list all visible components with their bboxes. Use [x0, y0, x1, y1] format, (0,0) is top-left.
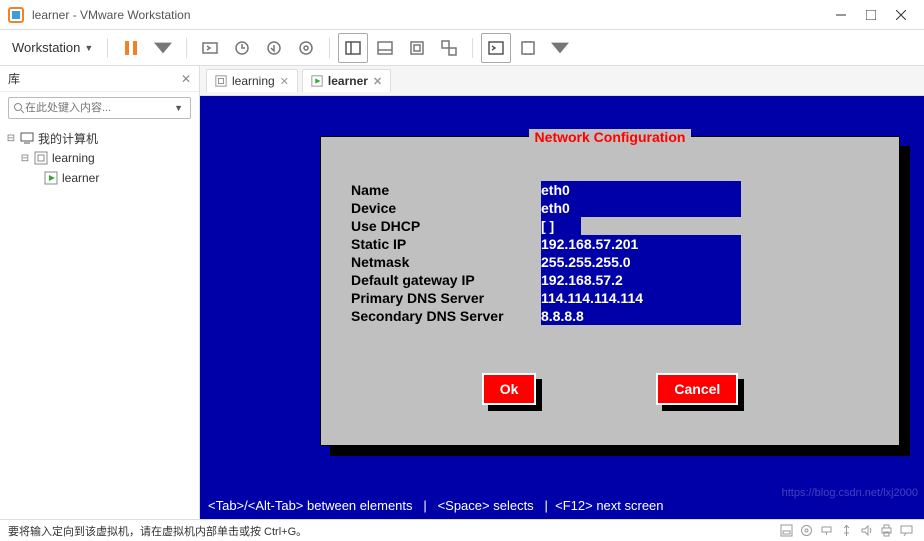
- tree-item-label: learning: [52, 151, 95, 165]
- tab-strip: learning ✕ learner ✕: [200, 66, 924, 96]
- field-value-netmask[interactable]: 255.255.255.0: [541, 253, 741, 271]
- separator: [107, 38, 108, 58]
- field-value-device[interactable]: eth0: [541, 199, 741, 217]
- tree-item-label: learner: [62, 171, 99, 185]
- main-area: learning ✕ learner ✕ Network Configurati…: [200, 66, 924, 519]
- tab-learning[interactable]: learning ✕: [206, 69, 298, 92]
- computer-icon: [20, 131, 34, 145]
- close-tab-icon[interactable]: ✕: [280, 75, 289, 88]
- library-search[interactable]: ▼: [8, 97, 191, 119]
- pause-button[interactable]: [116, 33, 146, 63]
- collapse-icon[interactable]: ⊟: [20, 153, 30, 164]
- search-input[interactable]: [25, 102, 171, 114]
- tab-learner[interactable]: learner ✕: [302, 69, 391, 92]
- fullscreen-dropdown[interactable]: [545, 33, 575, 63]
- device-network-icon[interactable]: [816, 523, 836, 539]
- separator: [472, 38, 473, 58]
- field-label-netmask: Netmask: [351, 253, 541, 271]
- dialog-buttons: Ok Cancel: [321, 373, 899, 405]
- workstation-menu-label: Workstation: [12, 40, 80, 55]
- search-icon: [13, 102, 25, 114]
- fit-guest-button[interactable]: [402, 33, 432, 63]
- revert-snapshot-button[interactable]: [259, 33, 289, 63]
- device-usb-icon[interactable]: [836, 523, 856, 539]
- fullscreen-button[interactable]: [513, 33, 543, 63]
- vmware-icon: [8, 7, 24, 23]
- field-value-dhcp[interactable]: [ ]: [541, 217, 581, 235]
- field-label-name: Name: [351, 181, 541, 199]
- tree-root[interactable]: ⊟ 我的计算机: [2, 128, 197, 148]
- field-value-ip[interactable]: 192.168.57.201: [541, 235, 741, 253]
- vm-console[interactable]: Network Configuration Nameeth0 Deviceeth…: [200, 96, 924, 519]
- status-message: 要将输入定向到该虚拟机，请在虚拟机内部单击或按 Ctrl+G。: [8, 523, 307, 539]
- dialog-fields: Nameeth0 Deviceeth0 Use DHCP[ ] Static I…: [351, 181, 741, 325]
- collapse-icon[interactable]: ⊟: [6, 133, 16, 144]
- window-title: learner - VMware Workstation: [32, 8, 191, 22]
- maximize-button[interactable]: [856, 1, 886, 29]
- library-header-label: 库: [8, 70, 20, 87]
- console-hint: <Tab>/<Alt-Tab> between elements | <Spac…: [208, 498, 916, 513]
- library-header: 库 ✕: [0, 66, 199, 92]
- power-dropdown[interactable]: [148, 33, 178, 63]
- close-sidebar-button[interactable]: ✕: [181, 72, 191, 86]
- vm-off-icon: [215, 75, 227, 87]
- field-value-dns1[interactable]: 114.114.114.114: [541, 289, 741, 307]
- field-label-dhcp: Use DHCP: [351, 217, 541, 235]
- field-label-ip: Static IP: [351, 235, 541, 253]
- device-sound-icon[interactable]: [856, 523, 876, 539]
- console-button[interactable]: [481, 33, 511, 63]
- title-bar: learner - VMware Workstation: [0, 0, 924, 30]
- separator: [186, 38, 187, 58]
- field-value-gateway[interactable]: 192.168.57.2: [541, 271, 741, 289]
- unity-button[interactable]: [434, 33, 464, 63]
- ok-button[interactable]: Ok: [482, 373, 537, 405]
- tab-label: learning: [232, 74, 275, 88]
- watermark: https://blog.csdn.net/lxj2000: [782, 487, 918, 499]
- device-disk-icon[interactable]: [776, 523, 796, 539]
- device-message-icon[interactable]: [896, 523, 916, 539]
- show-bottom-button[interactable]: [370, 33, 400, 63]
- field-label-dns2: Secondary DNS Server: [351, 307, 541, 325]
- tree-item-learning[interactable]: ⊟ learning: [2, 148, 197, 168]
- field-label-device: Device: [351, 199, 541, 217]
- network-config-dialog: Network Configuration Nameeth0 Deviceeth…: [320, 136, 900, 446]
- vm-off-icon: [34, 151, 48, 165]
- chevron-down-icon: ▼: [84, 43, 93, 53]
- tree-root-label: 我的计算机: [38, 130, 98, 147]
- library-tree: ⊟ 我的计算机 ⊟ learning learner: [0, 124, 199, 192]
- search-dropdown-icon[interactable]: ▼: [171, 103, 186, 113]
- send-input-button[interactable]: [195, 33, 225, 63]
- dialog-title: Network Configuration: [321, 129, 899, 145]
- minimize-button[interactable]: [826, 1, 856, 29]
- tab-label: learner: [328, 74, 368, 88]
- separator: [329, 38, 330, 58]
- toolbar: Workstation ▼: [0, 30, 924, 66]
- manage-snapshot-button[interactable]: [291, 33, 321, 63]
- close-button[interactable]: [886, 1, 916, 29]
- device-printer-icon[interactable]: [876, 523, 896, 539]
- device-cd-icon[interactable]: [796, 523, 816, 539]
- tree-item-learner[interactable]: learner: [2, 168, 197, 188]
- cancel-button[interactable]: Cancel: [656, 373, 738, 405]
- workstation-menu[interactable]: Workstation ▼: [6, 36, 99, 59]
- status-bar: 要将输入定向到该虚拟机，请在虚拟机内部单击或按 Ctrl+G。: [0, 519, 924, 541]
- vm-on-icon: [311, 75, 323, 87]
- snapshot-button[interactable]: [227, 33, 257, 63]
- field-value-dns2[interactable]: 8.8.8.8: [541, 307, 741, 325]
- field-value-name[interactable]: eth0: [541, 181, 741, 199]
- field-label-gateway: Default gateway IP: [351, 271, 541, 289]
- vm-on-icon: [44, 171, 58, 185]
- library-sidebar: 库 ✕ ▼ ⊟ 我的计算机 ⊟ learning learner: [0, 66, 200, 519]
- show-sidebar-button[interactable]: [338, 33, 368, 63]
- close-tab-icon[interactable]: ✕: [373, 75, 382, 88]
- field-label-dns1: Primary DNS Server: [351, 289, 541, 307]
